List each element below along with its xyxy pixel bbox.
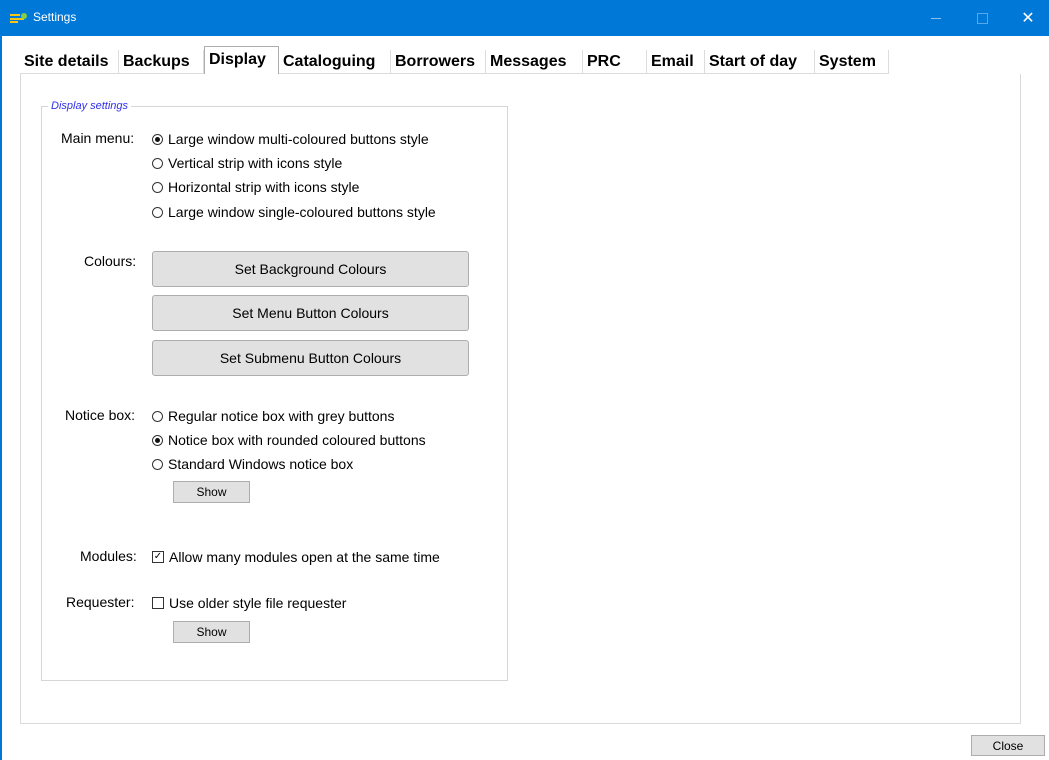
radio-label: Vertical strip with icons style	[168, 155, 343, 171]
radio-main-menu-single-coloured[interactable]: Large window single-coloured buttons sty…	[152, 203, 436, 221]
set-menu-button-colours-button[interactable]: Set Menu Button Colours	[152, 295, 469, 331]
window-title: Settings	[33, 10, 77, 24]
radio-notice-rounded[interactable]: Notice box with rounded coloured buttons	[152, 431, 426, 449]
checkbox-unchecked-icon	[152, 597, 164, 609]
set-submenu-button-colours-button[interactable]: Set Submenu Button Colours	[152, 340, 469, 376]
radio-indicator	[152, 206, 163, 218]
radio-indicator	[152, 410, 163, 422]
close-button[interactable]: Close	[971, 735, 1045, 756]
requester-show-button[interactable]: Show	[173, 621, 250, 643]
group-title: Display settings	[48, 100, 132, 112]
modules-label: Modules:	[80, 548, 137, 564]
notice-show-button[interactable]: Show	[173, 481, 250, 503]
radio-label: Regular notice box with grey buttons	[168, 408, 395, 424]
minimize-icon	[931, 17, 941, 19]
radio-indicator	[152, 458, 163, 470]
radio-main-menu-multicoloured[interactable]: Large window multi-coloured buttons styl…	[152, 130, 429, 148]
tab-prc[interactable]: PRC	[583, 50, 647, 74]
radio-label: Large window multi-coloured buttons styl…	[168, 131, 429, 147]
close-icon: ✕	[1021, 10, 1035, 27]
title-bar: Settings ✕	[0, 0, 1049, 36]
tab-borrowers[interactable]: Borrowers	[391, 50, 486, 74]
radio-main-menu-vertical-strip[interactable]: Vertical strip with icons style	[152, 154, 342, 172]
checkbox-label: Allow many modules open at the same time	[169, 549, 440, 565]
radio-notice-regular[interactable]: Regular notice box with grey buttons	[152, 407, 394, 425]
tab-messages[interactable]: Messages	[486, 50, 583, 74]
checkbox-label: Use older style file requester	[169, 595, 347, 611]
set-background-colours-button[interactable]: Set Background Colours	[152, 251, 469, 287]
checkbox-older-file-requester[interactable]: Use older style file requester	[152, 594, 346, 612]
tab-cataloguing[interactable]: Cataloguing	[279, 50, 391, 74]
colours-label: Colours:	[84, 253, 137, 269]
notice-box-label: Notice box:	[65, 407, 136, 423]
checkbox-checked-icon: ✓	[152, 551, 164, 563]
radio-indicator	[152, 157, 163, 169]
radio-notice-standard-windows[interactable]: Standard Windows notice box	[152, 455, 353, 473]
tab-site-details[interactable]: Site details	[20, 50, 119, 74]
tab-backups[interactable]: Backups	[119, 50, 204, 74]
radio-label: Notice box with rounded coloured buttons	[168, 432, 426, 448]
window-left-edge	[0, 36, 2, 760]
close-window-button[interactable]: ✕	[1005, 0, 1049, 36]
requester-label: Requester:	[66, 594, 135, 610]
radio-indicator	[152, 434, 163, 446]
radio-label: Large window single-coloured buttons sty…	[168, 204, 436, 220]
tab-email[interactable]: Email	[647, 50, 705, 74]
tab-system[interactable]: System	[815, 50, 889, 74]
checkbox-allow-many-modules[interactable]: ✓ Allow many modules open at the same ti…	[152, 548, 440, 566]
minimize-button[interactable]	[913, 0, 959, 36]
radio-main-menu-horizontal-strip[interactable]: Horizontal strip with icons style	[152, 178, 359, 196]
radio-indicator	[152, 133, 163, 145]
maximize-button[interactable]	[959, 0, 1005, 36]
radio-indicator	[152, 181, 163, 193]
radio-label: Standard Windows notice box	[168, 456, 354, 472]
radio-label: Horizontal strip with icons style	[168, 179, 360, 195]
tab-start-of-day[interactable]: Start of day	[705, 50, 815, 74]
main-menu-label: Main menu:	[61, 130, 135, 146]
maximize-icon	[976, 12, 988, 24]
settings-app-icon	[10, 13, 27, 23]
tab-display[interactable]: Display	[204, 46, 279, 74]
